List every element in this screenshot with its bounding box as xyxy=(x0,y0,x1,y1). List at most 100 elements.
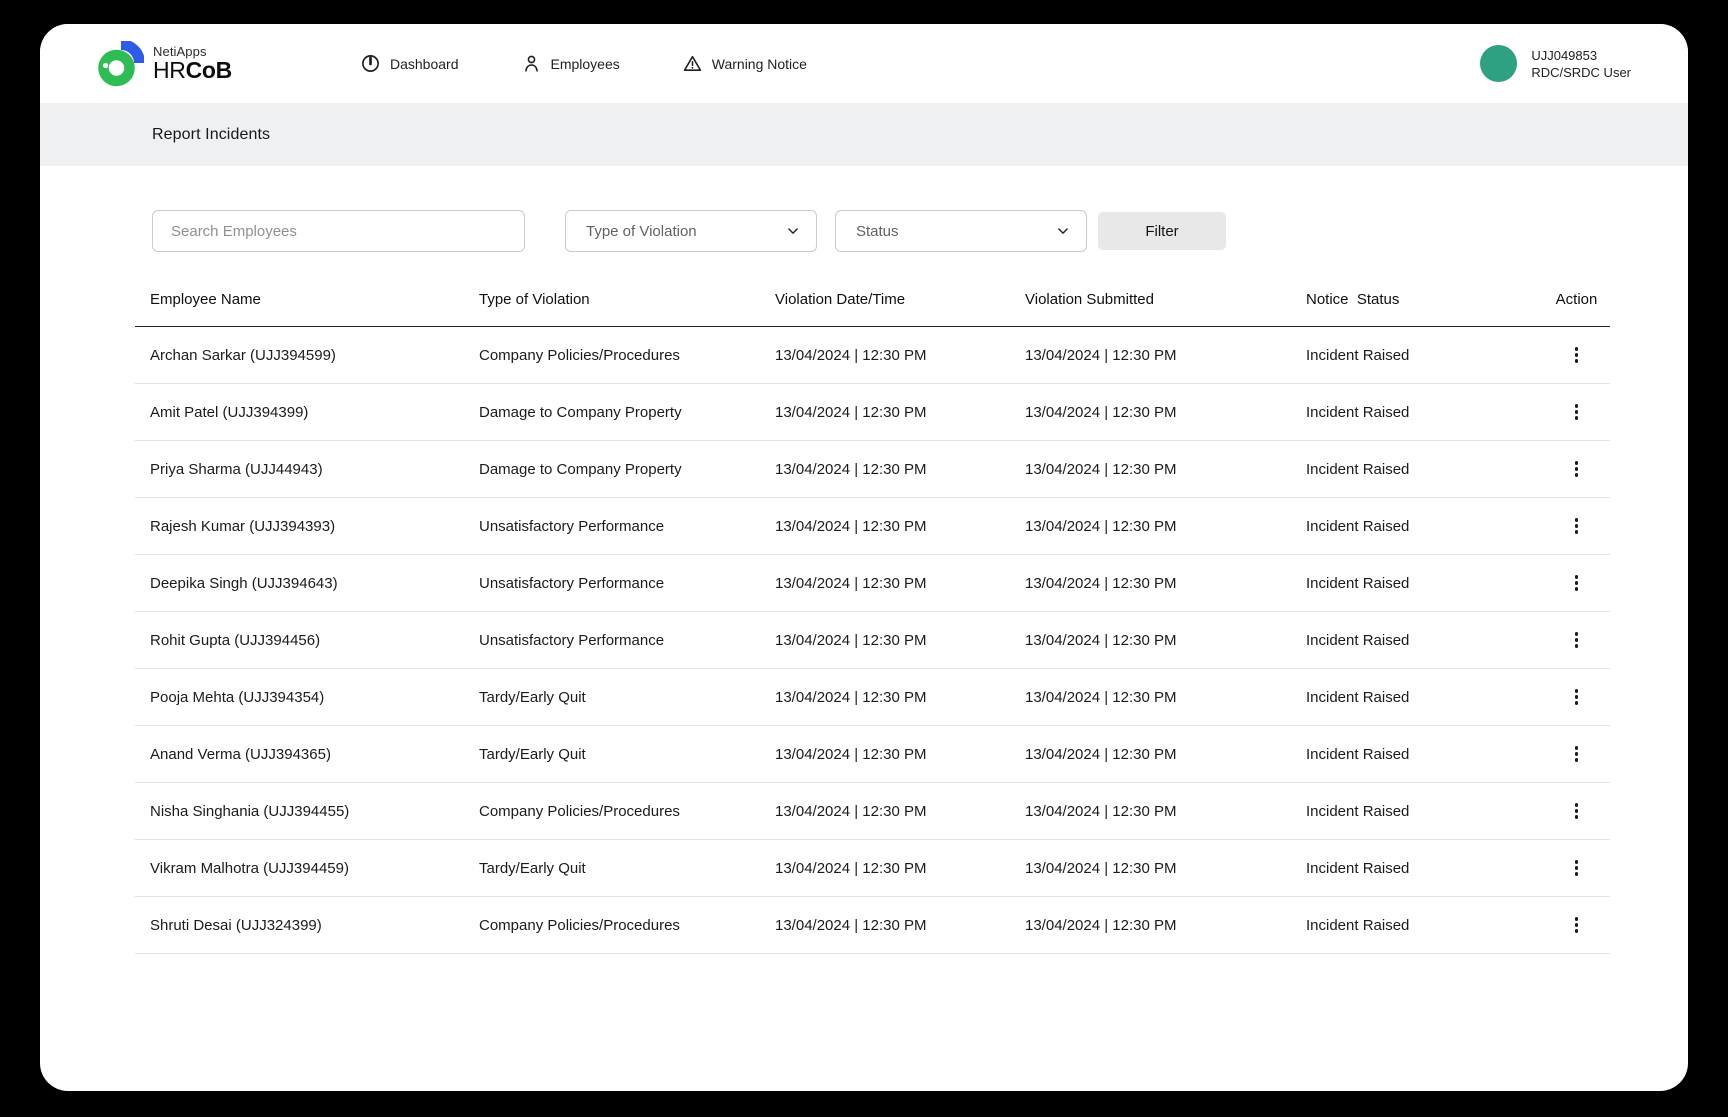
cell-type-of-violation: Company Policies/Procedures xyxy=(479,917,775,934)
cell-violation-datetime: 13/04/2024 | 12:30 PM xyxy=(775,803,1025,820)
app-window: NetiApps HRCoB Dashboard Employees xyxy=(40,24,1688,1091)
cell-notice-status: Incident Raised xyxy=(1306,575,1543,592)
gauge-icon xyxy=(360,53,381,74)
row-actions-kebab-icon[interactable] xyxy=(1567,456,1587,482)
cell-notice-status: Incident Raised xyxy=(1306,632,1543,649)
main-nav: Dashboard Employees Warning Notice xyxy=(360,53,807,74)
cell-violation-datetime: 13/04/2024 | 12:30 PM xyxy=(775,746,1025,763)
cell-notice-status: Incident Raised xyxy=(1306,860,1543,877)
person-icon xyxy=(521,53,542,74)
nav-item-employees[interactable]: Employees xyxy=(521,53,620,74)
row-actions-kebab-icon[interactable] xyxy=(1567,399,1587,425)
cell-violation-submitted: 13/04/2024 | 12:30 PM xyxy=(1025,917,1306,934)
cell-violation-submitted: 13/04/2024 | 12:30 PM xyxy=(1025,860,1306,877)
row-actions-kebab-icon[interactable] xyxy=(1567,798,1587,824)
cell-action xyxy=(1543,399,1610,425)
filter-row: Type of Violation Status Filter xyxy=(152,210,1610,252)
cell-notice-status: Incident Raised xyxy=(1306,746,1543,763)
brand-logo[interactable]: NetiApps HRCoB xyxy=(98,41,232,87)
cell-type-of-violation: Unsatisfactory Performance xyxy=(479,575,775,592)
filter-button[interactable]: Filter xyxy=(1098,212,1226,250)
violation-type-dropdown[interactable]: Type of Violation xyxy=(565,210,817,252)
table-row: Rajesh Kumar (UJJ394393) Unsatisfactory … xyxy=(135,498,1610,555)
cell-violation-submitted: 13/04/2024 | 12:30 PM xyxy=(1025,575,1306,592)
status-dropdown[interactable]: Status xyxy=(835,210,1087,252)
cell-violation-submitted: 13/04/2024 | 12:30 PM xyxy=(1025,347,1306,364)
cell-employee-name: Deepika Singh (UJJ394643) xyxy=(135,575,479,592)
cell-violation-datetime: 13/04/2024 | 12:30 PM xyxy=(775,518,1025,535)
page-title: Report Incidents xyxy=(152,126,270,144)
row-actions-kebab-icon[interactable] xyxy=(1567,570,1587,596)
row-actions-kebab-icon[interactable] xyxy=(1567,627,1587,653)
table-row: Vikram Malhotra (UJJ394459) Tardy/Early … xyxy=(135,840,1610,897)
user-role: RDC/SRDC User xyxy=(1531,64,1631,81)
cell-type-of-violation: Damage to Company Property xyxy=(479,404,775,421)
brand-company: NetiApps xyxy=(153,45,232,59)
row-actions-kebab-icon[interactable] xyxy=(1567,855,1587,881)
chevron-down-icon xyxy=(1054,222,1072,240)
cell-notice-status: Incident Raised xyxy=(1306,347,1543,364)
col-header-violation-submitted: Violation Submitted xyxy=(1025,291,1306,308)
cell-violation-datetime: 13/04/2024 | 12:30 PM xyxy=(775,917,1025,934)
cell-action xyxy=(1543,741,1610,767)
cell-notice-status: Incident Raised xyxy=(1306,803,1543,820)
cell-notice-status: Incident Raised xyxy=(1306,689,1543,706)
cell-action xyxy=(1543,513,1610,539)
table-row: Deepika Singh (UJJ394643) Unsatisfactory… xyxy=(135,555,1610,612)
row-actions-kebab-icon[interactable] xyxy=(1567,342,1587,368)
nav-item-warning-notice[interactable]: Warning Notice xyxy=(682,53,807,74)
cell-violation-submitted: 13/04/2024 | 12:30 PM xyxy=(1025,689,1306,706)
brand-text: NetiApps HRCoB xyxy=(153,45,232,83)
table-row: Shruti Desai (UJJ324399) Company Policie… xyxy=(135,897,1610,954)
col-header-violation-date: Violation Date/Time xyxy=(775,291,1025,308)
cell-notice-status: Incident Raised xyxy=(1306,461,1543,478)
cell-violation-datetime: 13/04/2024 | 12:30 PM xyxy=(775,404,1025,421)
table-row: Nisha Singhania (UJJ394455) Company Poli… xyxy=(135,783,1610,840)
user-menu[interactable]: UJJ049853 RDC/SRDC User xyxy=(1480,45,1631,82)
row-actions-kebab-icon[interactable] xyxy=(1567,912,1587,938)
table-row: Amit Patel (UJJ394399) Damage to Company… xyxy=(135,384,1610,441)
cell-type-of-violation: Company Policies/Procedures xyxy=(479,347,775,364)
top-bar: NetiApps HRCoB Dashboard Employees xyxy=(40,24,1688,103)
cell-type-of-violation: Unsatisfactory Performance xyxy=(479,518,775,535)
table-row: Priya Sharma (UJJ44943) Damage to Compan… xyxy=(135,441,1610,498)
col-header-employee-name: Employee Name xyxy=(135,291,479,308)
row-actions-kebab-icon[interactable] xyxy=(1567,741,1587,767)
cell-employee-name: Anand Verma (UJJ394365) xyxy=(135,746,479,763)
row-actions-kebab-icon[interactable] xyxy=(1567,513,1587,539)
cell-notice-status: Incident Raised xyxy=(1306,917,1543,934)
cell-employee-name: Nisha Singhania (UJJ394455) xyxy=(135,803,479,820)
cell-violation-submitted: 13/04/2024 | 12:30 PM xyxy=(1025,803,1306,820)
table-header-row: Employee Name Type of Violation Violatio… xyxy=(135,273,1610,327)
cell-violation-datetime: 13/04/2024 | 12:30 PM xyxy=(775,461,1025,478)
nav-item-dashboard[interactable]: Dashboard xyxy=(360,53,459,74)
cell-type-of-violation: Tardy/Early Quit xyxy=(479,860,775,877)
search-input[interactable] xyxy=(152,210,525,252)
cell-type-of-violation: Unsatisfactory Performance xyxy=(479,632,775,649)
cell-notice-status: Incident Raised xyxy=(1306,404,1543,421)
table-row: Pooja Mehta (UJJ394354) Tardy/Early Quit… xyxy=(135,669,1610,726)
cell-employee-name: Amit Patel (UJJ394399) xyxy=(135,404,479,421)
cell-employee-name: Rohit Gupta (UJJ394456) xyxy=(135,632,479,649)
cell-employee-name: Archan Sarkar (UJJ394599) xyxy=(135,347,479,364)
table-body: Archan Sarkar (UJJ394599) Company Polici… xyxy=(135,327,1610,954)
col-header-type-of-violation: Type of Violation xyxy=(479,291,775,308)
cell-action xyxy=(1543,684,1610,710)
cell-action xyxy=(1543,342,1610,368)
cell-violation-submitted: 13/04/2024 | 12:30 PM xyxy=(1025,746,1306,763)
cell-violation-datetime: 13/04/2024 | 12:30 PM xyxy=(775,860,1025,877)
cell-violation-submitted: 13/04/2024 | 12:30 PM xyxy=(1025,461,1306,478)
row-actions-kebab-icon[interactable] xyxy=(1567,684,1587,710)
netiapps-logo-icon xyxy=(98,41,144,87)
cell-action xyxy=(1543,912,1610,938)
avatar xyxy=(1480,45,1517,82)
cell-employee-name: Pooja Mehta (UJJ394354) xyxy=(135,689,479,706)
cell-violation-submitted: 13/04/2024 | 12:30 PM xyxy=(1025,518,1306,535)
table-row: Rohit Gupta (UJJ394456) Unsatisfactory P… xyxy=(135,612,1610,669)
cell-violation-datetime: 13/04/2024 | 12:30 PM xyxy=(775,632,1025,649)
page-title-bar: Report Incidents xyxy=(40,103,1688,166)
table-row: Archan Sarkar (UJJ394599) Company Polici… xyxy=(135,327,1610,384)
cell-violation-datetime: 13/04/2024 | 12:30 PM xyxy=(775,575,1025,592)
cell-violation-datetime: 13/04/2024 | 12:30 PM xyxy=(775,689,1025,706)
cell-employee-name: Rajesh Kumar (UJJ394393) xyxy=(135,518,479,535)
